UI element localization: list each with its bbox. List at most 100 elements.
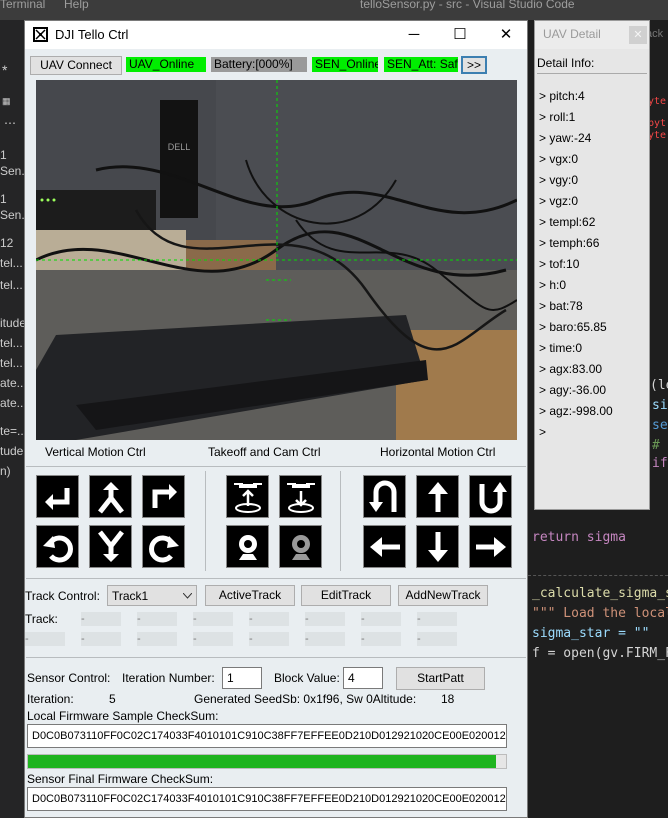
rotate-left-button[interactable] — [36, 475, 79, 518]
camera-off-button[interactable] — [279, 525, 322, 568]
sidebar-item[interactable]: 1 — [0, 192, 7, 206]
sidebar-item[interactable]: tel... — [0, 278, 23, 292]
menu-terminal[interactable]: Terminal — [0, 0, 45, 11]
down-merge-button[interactable] — [89, 525, 132, 568]
sidebar-item[interactable]: 1 — [0, 148, 7, 162]
u-turn-left-button[interactable] — [363, 475, 406, 518]
title-bar[interactable]: DJI Tello Ctrl ─ ☐ ✕ — [25, 21, 527, 49]
detail-item: > tof:10 — [539, 257, 580, 271]
move-right-button[interactable] — [469, 525, 512, 568]
code-separator — [528, 575, 668, 576]
detail-title-bar[interactable]: UAV Detail ✕ — [535, 21, 649, 49]
seed-info: Generated SeedSb: 0x1f96, Sw 0Altitude: — [194, 692, 417, 706]
camera-on-button[interactable] — [226, 525, 269, 568]
active-track-button[interactable]: ActiveTrack — [205, 585, 295, 606]
sidebar-item[interactable]: tel... — [0, 356, 23, 370]
detail-item: > temph:66 — [539, 236, 600, 250]
landing-button[interactable] — [279, 475, 322, 518]
rotate-ccw-button[interactable] — [36, 525, 79, 568]
move-forward-button[interactable] — [416, 475, 459, 518]
sidebar-item[interactable]: ate... — [0, 396, 24, 410]
final-checksum-label: Sensor Final Firmware CheckSum: — [27, 772, 214, 786]
camera-off-icon — [291, 534, 310, 560]
add-new-track-button[interactable]: AddNewTrack — [398, 585, 488, 606]
code-line-6: return sigma — [532, 530, 626, 545]
sidebar-item[interactable]: itude — [0, 316, 24, 330]
camera-feed[interactable]: DELL — [36, 80, 517, 440]
edit-track-button[interactable]: EditTrack — [301, 585, 391, 606]
close-button[interactable]: ✕ — [491, 24, 521, 46]
final-checksum-field[interactable]: D0C0B073110FF0C02C174033F4010101C910C38F… — [27, 787, 507, 811]
takeoff-icon — [233, 482, 262, 513]
track-cell: - — [417, 632, 457, 646]
sidebar-item[interactable]: Sen. — [0, 208, 24, 222]
start-patt-button[interactable]: StartPatt — [396, 667, 485, 690]
vscode-title: telloSensor.py - src - Visual Studio Cod… — [360, 0, 575, 11]
battery-badge: Battery:[000%] — [211, 57, 307, 72]
sidebar-more-icon[interactable]: ⋯ — [4, 116, 16, 130]
down-merge-icon — [97, 529, 124, 562]
sidebar-item[interactable]: ate... — [0, 376, 24, 390]
expand-detail-button[interactable]: >> — [461, 56, 487, 74]
sidebar-grid-icon[interactable]: ▦ — [2, 96, 11, 107]
sidebar-item[interactable]: tel... — [0, 336, 23, 350]
u-turn-right-button[interactable] — [469, 475, 512, 518]
track-select-value: Track1 — [112, 589, 149, 603]
move-left-button[interactable] — [363, 525, 406, 568]
track-control-label: Track Control: — [25, 589, 100, 603]
detail-item: > vgx:0 — [539, 152, 579, 166]
sidebar-item[interactable]: 12 — [0, 236, 13, 250]
detail-item: > templ:62 — [539, 215, 596, 229]
block-value-input[interactable]: 4 — [343, 667, 383, 689]
drone-icon — [33, 27, 48, 42]
divider — [26, 578, 526, 579]
u-turn-left-icon — [368, 480, 396, 512]
sidebar-item[interactable]: n) — [0, 464, 11, 478]
window-title: DJI Tello Ctrl — [55, 27, 129, 42]
code-line-1: (le — [650, 378, 668, 393]
code-line-5: if — [652, 456, 668, 471]
rotate-left-icon — [44, 487, 69, 510]
vertical-motion-label: Vertical Motion Ctrl — [45, 445, 146, 459]
track-cell: - — [193, 612, 233, 626]
track-cell: - — [361, 612, 401, 626]
local-checksum-field[interactable]: D0C0B073110FF0C02C174033F4010101C910C38F… — [27, 724, 507, 748]
sidebar-item[interactable]: te=... — [0, 424, 24, 438]
detail-divider — [537, 73, 647, 74]
track-cell: - — [361, 632, 401, 646]
arrow-left-icon — [369, 536, 400, 557]
up-split-button[interactable] — [89, 475, 132, 518]
uav-connect-button[interactable]: UAV Connect — [30, 56, 122, 75]
rotate-ccw-icon — [42, 535, 73, 562]
code-red-1: yte — [648, 96, 667, 107]
detail-close-button[interactable]: ✕ — [629, 26, 647, 44]
divider — [26, 466, 526, 467]
u-turn-right-icon — [479, 481, 507, 513]
sidebar-item[interactable]: tude — [0, 444, 23, 458]
move-back-button[interactable] — [416, 525, 459, 568]
track-select[interactable]: Track1 — [107, 585, 197, 606]
sidebar-star-icon[interactable]: * — [2, 62, 7, 78]
code-line-8: """ Load the local — [532, 606, 668, 621]
sidebar-item[interactable]: Sen. — [0, 164, 24, 178]
rotate-cw-icon — [148, 535, 179, 562]
menu-help[interactable]: Help — [64, 0, 89, 11]
track-cell: - — [305, 632, 345, 646]
code-line-10: f = open(gv.FIRM_F — [532, 646, 668, 661]
iteration-number-input[interactable]: 1 — [222, 667, 262, 689]
svg-text:DELL: DELL — [168, 142, 191, 152]
track-cell: - — [249, 632, 289, 646]
track-cell: - — [193, 632, 233, 646]
rotate-right-button[interactable] — [142, 475, 185, 518]
arrow-right-icon — [475, 536, 506, 557]
rotate-cw-button[interactable] — [142, 525, 185, 568]
arrow-down-icon — [427, 531, 448, 562]
track-cell: - — [137, 612, 177, 626]
maximize-button[interactable]: ☐ — [445, 24, 475, 46]
detail-item: > roll:1 — [539, 110, 576, 124]
detail-item: > baro:65.85 — [539, 320, 607, 334]
detail-item: > agy:-36.00 — [539, 383, 607, 397]
sidebar-item[interactable]: tel... — [0, 256, 23, 270]
takeoff-button[interactable] — [226, 475, 269, 518]
minimize-button[interactable]: ─ — [399, 24, 429, 46]
